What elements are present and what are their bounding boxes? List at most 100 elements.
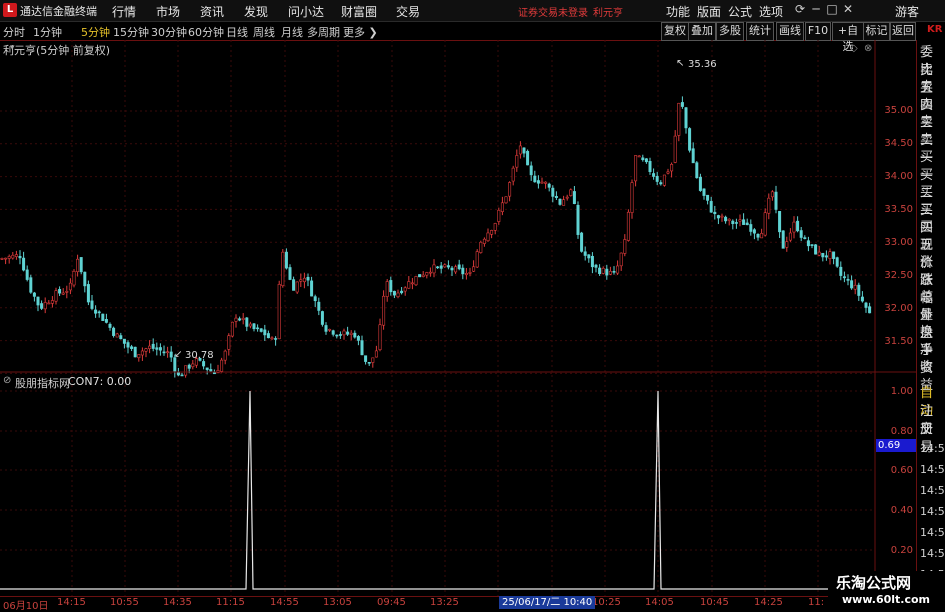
- candle-body: [187, 364, 191, 369]
- candle-body: [648, 161, 652, 172]
- close-circle-icon[interactable]: ⊗: [864, 43, 872, 54]
- menu-faxian[interactable]: 发现: [244, 3, 268, 20]
- chart-title-dropdown-icon[interactable]: ▾: [10, 43, 15, 53]
- menu-hangqing[interactable]: 行情: [112, 3, 136, 20]
- candle-body: [472, 266, 476, 272]
- candle-body: [299, 279, 303, 282]
- period-day[interactable]: 日线: [226, 24, 248, 40]
- candle-body: [580, 232, 584, 252]
- candle-body: [839, 266, 843, 276]
- diejia-button[interactable]: 叠加: [688, 22, 716, 41]
- candle-body: [241, 317, 245, 320]
- menu-wenxiaoda[interactable]: 问小达: [288, 3, 324, 20]
- candle-body: [382, 295, 386, 326]
- candle-body: [508, 182, 512, 197]
- f10-button[interactable]: F10: [805, 22, 831, 41]
- menu-shichang[interactable]: 市场: [156, 3, 180, 20]
- menu-gongneng[interactable]: 功能: [666, 3, 690, 20]
- period-multi[interactable]: 多周期: [307, 24, 340, 40]
- candle-body: [662, 174, 666, 186]
- period-1min[interactable]: 1分钟: [33, 24, 62, 40]
- refresh-icon[interactable]: ⟳: [792, 2, 808, 16]
- trade-label[interactable]: 交易: [920, 421, 945, 457]
- indicator-title[interactable]: 股朋指标网: [15, 375, 70, 391]
- candle-body: [799, 230, 803, 238]
- price-tick: 33.50: [884, 204, 913, 215]
- add-favorite-button[interactable]: +自选: [832, 22, 864, 53]
- period-60min[interactable]: 60分钟: [188, 24, 224, 40]
- period-30min[interactable]: 30分钟: [151, 24, 187, 40]
- menu-banmian[interactable]: 版面: [697, 3, 721, 20]
- candle-body: [367, 361, 371, 364]
- diamond-icon[interactable]: ◇: [850, 43, 858, 54]
- menu-jiaoyi[interactable]: 交易: [396, 3, 420, 20]
- menu-caifuquan[interactable]: 财富圈: [341, 3, 377, 20]
- candle-body: [378, 324, 382, 350]
- period-more[interactable]: 更多 ❯: [343, 24, 378, 40]
- candle-body: [432, 264, 436, 274]
- candle-body: [619, 252, 623, 267]
- candle-body: [569, 189, 573, 196]
- menu-xuanxiang[interactable]: 选项: [759, 3, 783, 20]
- candle-body: [130, 346, 134, 349]
- candle-body: [421, 274, 425, 277]
- candle-body: [504, 196, 508, 204]
- period-week[interactable]: 周线: [253, 24, 275, 40]
- candle-body: [475, 251, 479, 268]
- candle-body: [202, 361, 206, 367]
- candle-body: [356, 336, 360, 341]
- candle-body: [403, 287, 407, 292]
- candle-body: [47, 302, 51, 305]
- candle-body: [252, 323, 256, 330]
- candle-body: [781, 230, 785, 249]
- candle-body: [788, 232, 792, 241]
- huaxian-button[interactable]: 画线: [776, 22, 804, 41]
- candle-body: [25, 269, 29, 280]
- period-5min[interactable]: 5分钟: [81, 24, 110, 40]
- back-button[interactable]: 返回: [890, 22, 916, 41]
- candle-body: [454, 266, 458, 273]
- user-label[interactable]: 游客: [895, 3, 919, 20]
- candle-body: [544, 181, 548, 184]
- period-15min[interactable]: 15分钟: [113, 24, 149, 40]
- maximize-icon[interactable]: □: [824, 2, 840, 16]
- candle-body: [590, 255, 594, 268]
- tongji-button[interactable]: 统计: [746, 22, 774, 41]
- login-status[interactable]: 证券交易未登录: [518, 4, 588, 19]
- candle-body: [263, 329, 267, 336]
- menu-gongshi[interactable]: 公式: [728, 3, 752, 20]
- candle-body: [32, 292, 36, 297]
- candle-body: [428, 271, 432, 274]
- minimize-icon[interactable]: ─: [808, 2, 824, 16]
- candle-body: [860, 296, 864, 302]
- candle-body: [792, 221, 796, 233]
- candle-body: [785, 241, 789, 248]
- close-icon[interactable]: ✕: [840, 2, 856, 16]
- biaoji-button[interactable]: 标记: [863, 22, 890, 41]
- x-tick: 14:05: [645, 597, 674, 608]
- candle-body: [40, 303, 44, 309]
- candle-body: [752, 229, 756, 234]
- x-tick: 14:15: [57, 597, 86, 608]
- period-fenshi[interactable]: 分时: [3, 24, 25, 40]
- candle-body: [43, 302, 47, 310]
- candle-body: [623, 239, 627, 254]
- fuquan-button[interactable]: 复权: [661, 22, 689, 41]
- candle-body: [842, 276, 846, 279]
- x-tick: 10:25: [592, 597, 621, 608]
- candle-body: [360, 340, 364, 356]
- candle-body: [335, 334, 339, 337]
- candle-body: [486, 232, 490, 242]
- tab-kr[interactable]: KR: [927, 24, 942, 35]
- period-month[interactable]: 月线: [281, 24, 303, 40]
- candle-body: [385, 281, 389, 297]
- menu-zixun[interactable]: 资讯: [200, 3, 224, 20]
- candle-body: [346, 331, 350, 335]
- app-logo-icon: L: [3, 3, 17, 17]
- candle-body: [425, 272, 429, 276]
- duogu-button[interactable]: 多股: [716, 22, 744, 41]
- candle-body: [65, 291, 69, 293]
- indicator-dropdown-icon[interactable]: ⊘: [3, 375, 11, 386]
- indicator-tick: 0.80: [890, 426, 913, 437]
- candle-body: [677, 102, 681, 136]
